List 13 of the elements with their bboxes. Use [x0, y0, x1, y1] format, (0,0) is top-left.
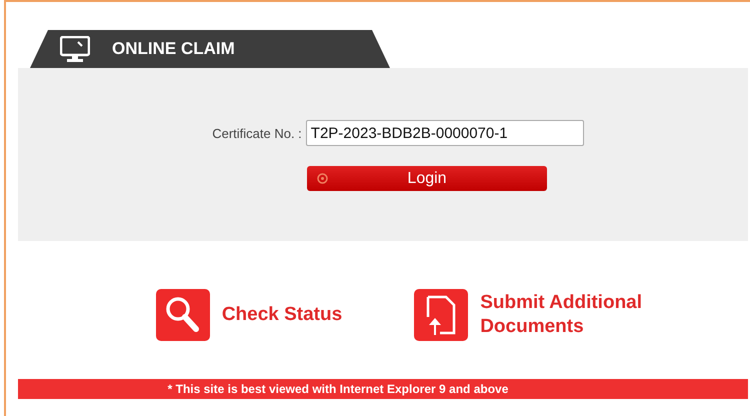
link-label: Submit Additional Documents	[480, 291, 644, 339]
login-button[interactable]: Login	[307, 166, 547, 191]
monitor-icon	[60, 36, 90, 62]
certificate-input[interactable]: T2P-2023-BDB2B-0000070-1	[306, 120, 584, 146]
link-item[interactable]: Check Status	[156, 289, 342, 341]
circle-icon	[317, 173, 328, 184]
field-label: Certificate No. :	[212, 126, 302, 140]
footer-note: * This site is best viewed with Internet Explorer 9 and above	[168, 382, 508, 396]
link-item[interactable]: Submit Additional Documents	[414, 289, 660, 341]
tab-title: ONLINE CLAIM	[112, 39, 235, 59]
search-icon	[156, 289, 210, 341]
link-label: Check Status	[222, 303, 342, 327]
document-upload-icon	[414, 289, 468, 341]
